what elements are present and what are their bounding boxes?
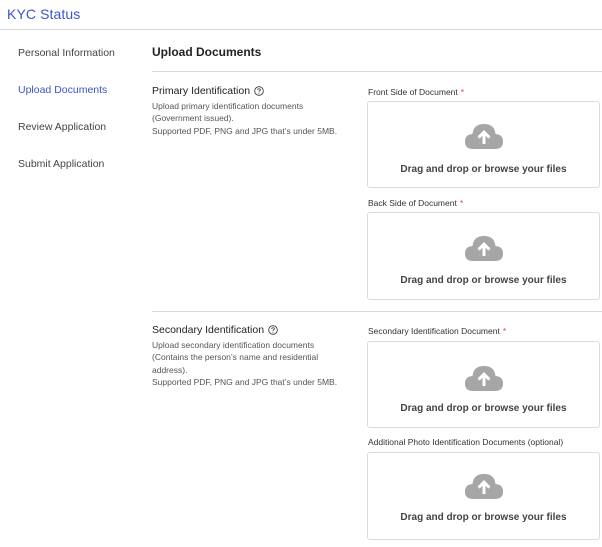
help-circle-icon[interactable]: [268, 325, 278, 335]
section-divider: [152, 311, 602, 312]
required-marker: *: [502, 326, 507, 336]
primary-identification-title: Primary Identification: [152, 85, 251, 97]
section-divider: [152, 71, 602, 72]
sidebar-item-upload-documents[interactable]: Upload Documents: [18, 84, 107, 96]
required-marker: *: [459, 198, 464, 208]
front-side-label: Front Side of Document *: [368, 87, 465, 97]
dropzone-text: Drag and drop or browse your files: [400, 512, 567, 523]
required-marker: *: [460, 87, 465, 97]
sidebar-item-personal-information[interactable]: Personal Information: [18, 47, 115, 59]
section-heading: Upload Documents: [152, 45, 262, 59]
primary-identification-description: Upload primary identification documents …: [152, 101, 338, 136]
dropzone-text: Drag and drop or browse your files: [400, 275, 567, 286]
page-title: KYC Status: [7, 6, 81, 22]
front-side-dropzone[interactable]: Drag and drop or browse your files: [367, 101, 600, 188]
additional-photo-label: Additional Photo Identification Document…: [368, 437, 564, 447]
header-divider: [0, 29, 602, 30]
cloud-upload-icon: [464, 124, 503, 149]
secondary-identification-description: Upload secondary identification document…: [152, 340, 338, 387]
secondary-document-label: Secondary Identification Document *: [368, 326, 507, 336]
help-circle-icon[interactable]: [254, 86, 264, 96]
cloud-upload-icon: [464, 236, 503, 261]
sidebar-item-review-application[interactable]: Review Application: [18, 121, 106, 133]
cloud-upload-icon: [464, 474, 503, 499]
back-side-label: Back Side of Document *: [368, 198, 464, 208]
cloud-upload-icon: [464, 366, 503, 391]
primary-identification-block: Primary Identification Upload primary id…: [152, 85, 357, 137]
sidebar-item-submit-application[interactable]: Submit Application: [18, 158, 104, 170]
dropzone-text: Drag and drop or browse your files: [400, 403, 567, 414]
back-side-dropzone[interactable]: Drag and drop or browse your files: [367, 212, 600, 300]
secondary-identification-title: Secondary Identification: [152, 324, 265, 336]
secondary-document-dropzone[interactable]: Drag and drop or browse your files: [367, 341, 600, 428]
dropzone-text: Drag and drop or browse your files: [400, 164, 567, 175]
secondary-identification-block: Secondary Identification Upload secondar…: [152, 324, 357, 388]
additional-photo-dropzone[interactable]: Drag and drop or browse your files: [367, 452, 600, 540]
